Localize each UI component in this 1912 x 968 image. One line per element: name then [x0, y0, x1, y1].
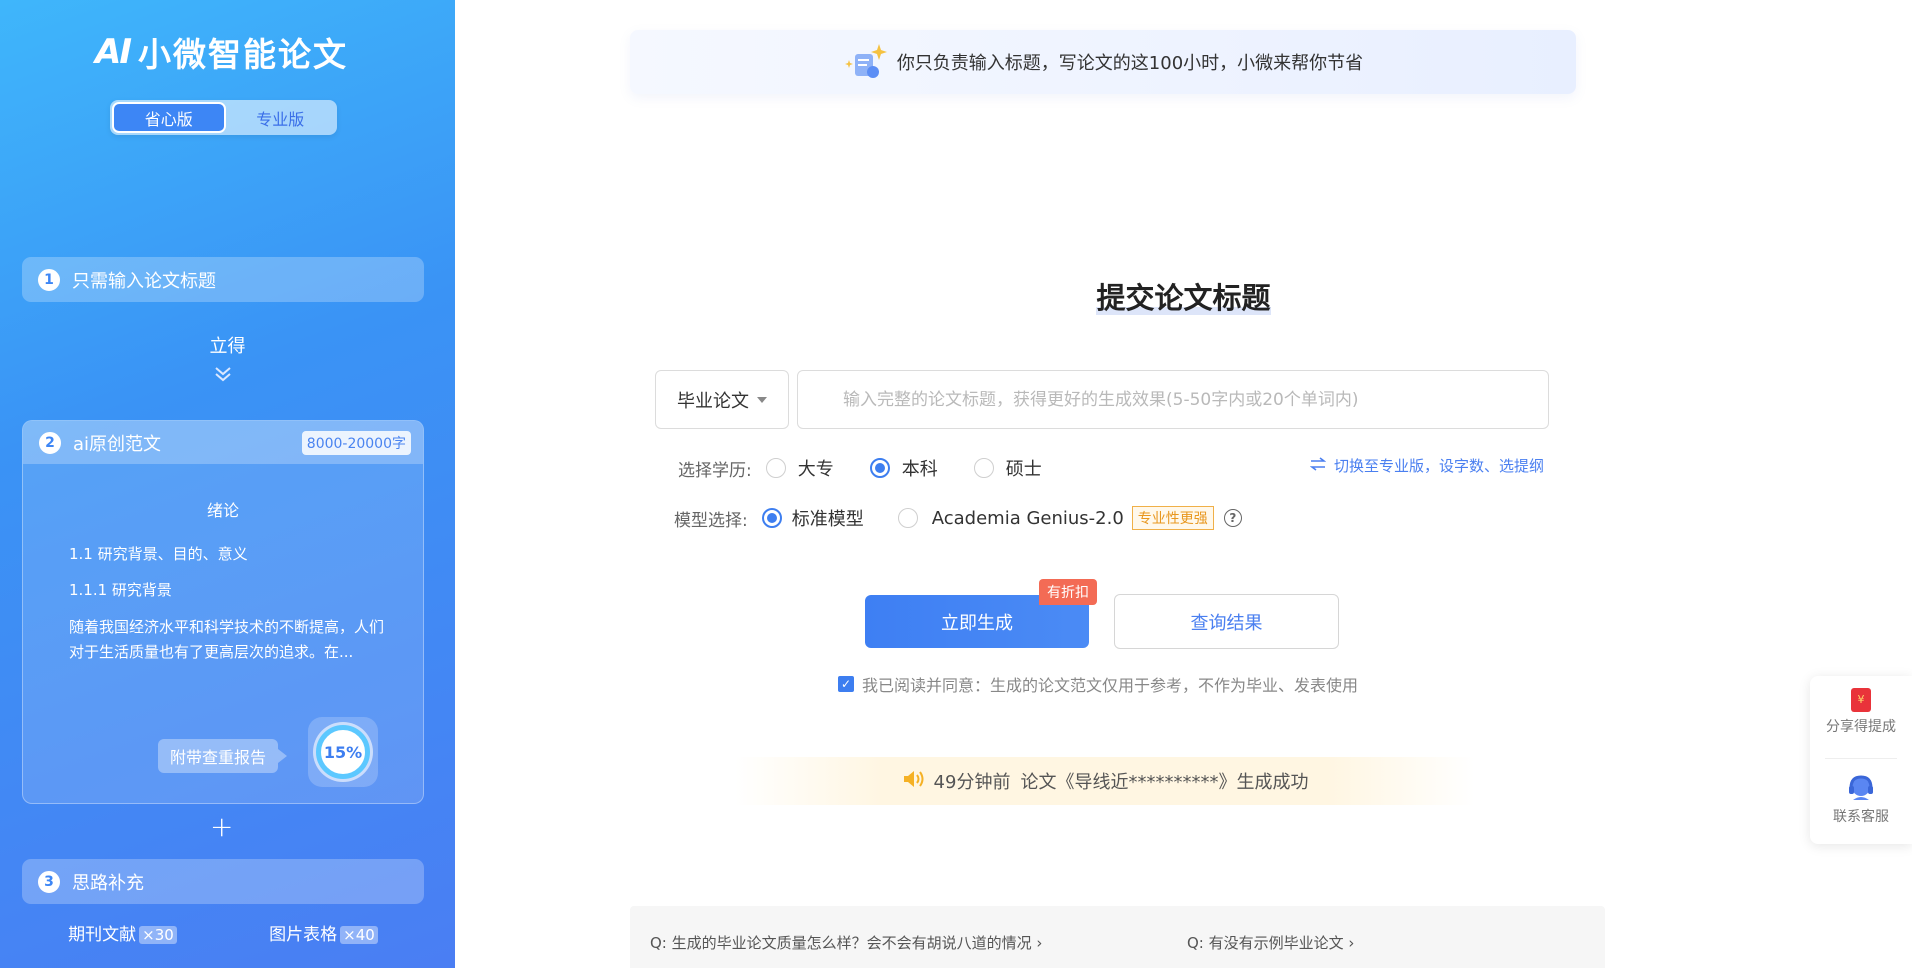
agreement-checkbox[interactable]: ✓	[838, 676, 854, 692]
floating-action-panel: ¥ 分享得提成 联系客服	[1810, 676, 1912, 844]
switch-to-pro-label: 切换至专业版，设字数、选提纲	[1334, 457, 1545, 475]
sample-essay-card: 2 ai原创范文 8000-20000字 绪论 1.1 研究背景、目的、意义 1…	[22, 420, 424, 804]
discount-badge: 有折扣	[1039, 579, 1097, 605]
degree-row: 选择学历: 大专 本科 硕士	[678, 455, 1042, 481]
switch-to-pro-link[interactable]: 切换至专业版，设字数、选提纲	[1309, 455, 1545, 476]
paper-title-input[interactable]	[797, 370, 1549, 429]
top-banner: 你只负责输入标题，写论文的这100小时，小微来帮你节省	[630, 30, 1576, 94]
instant-label: 立得	[209, 336, 246, 357]
red-envelope-icon: ¥	[1851, 688, 1871, 712]
degree-option-label: 硕士	[1005, 459, 1042, 480]
version-simple-tab[interactable]: 省心版	[112, 102, 226, 133]
notice-text: 论文《导线近**********》生成成功	[1020, 772, 1309, 793]
generation-notice: 49分钟前 论文《导线近**********》生成成功	[735, 757, 1475, 805]
brand-name: 小微智能论文	[137, 35, 348, 74]
radio-bachelor[interactable]	[869, 458, 890, 478]
help-icon[interactable]: ?	[1223, 509, 1242, 527]
page-title: 提交论文标题	[1096, 281, 1271, 315]
brand-logo: AI 小微智能论文	[95, 28, 348, 76]
journals-stat: 期刊文献 ×30	[68, 920, 177, 945]
degree-option-bachelor[interactable]: 本科	[869, 455, 938, 481]
degree-option-master[interactable]: 硕士	[973, 455, 1042, 481]
journals-count: ×30	[139, 926, 177, 944]
model-row: 模型选择: 标准模型 Academia Genius-2.0 专业性更强 ?	[674, 505, 1242, 531]
switch-arrows-icon	[1309, 456, 1327, 475]
model-label: 模型选择:	[674, 510, 748, 531]
faq-question-example[interactable]: Q: 有没有示例毕业论文 ›	[1187, 932, 1354, 953]
sidebar: AI 小微智能论文 省心版 专业版 1 只需输入论文标题 立得 2 ai原创范文…	[0, 0, 455, 968]
sample-paragraph: 随着我国经济水平和科学技术的不断提高，人们对于生活质量也有了更高层次的追求。在.…	[69, 618, 385, 661]
version-pro-tab[interactable]: 专业版	[226, 102, 336, 133]
similarity-percent: 15%	[316, 725, 370, 779]
step-2-number: 2	[39, 431, 61, 454]
page-title-wrap: 提交论文标题	[0, 275, 1912, 317]
step-3-label: 思路补充	[72, 872, 144, 894]
speaker-icon	[902, 769, 924, 794]
degree-option-junior-college[interactable]: 大专	[765, 455, 834, 481]
banner-text: 你只负责输入标题，写论文的这100小时，小微来帮你节省	[896, 53, 1364, 74]
notice-time: 49分钟前	[933, 772, 1011, 793]
float-divider	[1825, 758, 1897, 759]
agreement-row[interactable]: ✓ 我已阅读并同意：生成的论文范文仅用于参考，不作为毕业、发表使用	[838, 672, 1358, 696]
chevron-right-icon: ›	[1036, 934, 1043, 952]
degree-option-label: 本科	[901, 459, 938, 480]
step-2-header: 2 ai原创范文 8000-20000字	[23, 421, 423, 464]
model-pro-badge: 专业性更强	[1131, 506, 1214, 530]
similarity-ring: 15%	[308, 717, 378, 787]
radio-master[interactable]	[973, 458, 994, 478]
customer-service-button[interactable]: 联系客服	[1810, 774, 1912, 826]
model-pro-label: Academia Genius-2.0	[931, 507, 1124, 529]
journals-label: 期刊文献	[68, 925, 137, 945]
ai-logo-mark: AI	[95, 32, 132, 72]
reference-stats: 期刊文献 ×30 图片表格 ×40	[22, 920, 424, 945]
step-3-number: 3	[38, 870, 60, 893]
agreement-text: 我已阅读并同意：生成的论文范文仅用于参考，不作为毕业、发表使用	[862, 676, 1359, 695]
figures-count: ×40	[340, 926, 378, 944]
headset-icon	[1847, 774, 1875, 802]
faq-question-quality[interactable]: Q: 生成的毕业论文质量怎么样？会不会有胡说八道的情况 ›	[650, 932, 1042, 953]
app-root: AI 小微智能论文 省心版 专业版 1 只需输入论文标题 立得 2 ai原创范文…	[0, 0, 1912, 968]
step-3-header: 3 思路补充	[22, 859, 424, 904]
step-2-label: ai原创范文	[73, 433, 162, 455]
customer-service-label: 联系客服	[1833, 809, 1889, 825]
caret-down-icon	[757, 396, 767, 403]
paper-type-select[interactable]: 毕业论文	[655, 370, 789, 429]
radio-pro-model[interactable]	[897, 508, 918, 528]
query-results-button[interactable]: 查询结果	[1114, 594, 1339, 649]
model-option-pro[interactable]: Academia Genius-2.0	[897, 507, 1124, 529]
faq-question-text: Q: 生成的毕业论文质量怎么样？会不会有胡说八道的情况	[650, 934, 1032, 952]
model-option-standard[interactable]: 标准模型	[761, 505, 864, 531]
degree-label: 选择学历:	[678, 460, 752, 481]
figures-label: 图片表格	[269, 925, 338, 945]
chevron-right-icon: ›	[1348, 934, 1355, 952]
share-commission-button[interactable]: ¥ 分享得提成	[1810, 688, 1912, 736]
word-count-tag: 8000-20000字	[301, 431, 411, 455]
sparkle-document-icon	[843, 42, 887, 82]
degree-option-label: 大专	[797, 459, 834, 480]
paper-type-value: 毕业论文	[677, 390, 749, 412]
faq-section: Q: 生成的毕业论文质量怎么样？会不会有胡说八道的情况 › Q: 有没有示例毕业…	[630, 906, 1605, 968]
plagiarism-report-label: 附带查重报告	[158, 739, 288, 773]
radio-standard-model[interactable]	[761, 508, 782, 528]
plus-icon: +	[210, 810, 234, 843]
double-chevron-down-icon	[214, 366, 232, 382]
figures-stat: 图片表格 ×40	[269, 920, 378, 945]
radio-junior-college[interactable]	[765, 458, 786, 478]
share-commission-label: 分享得提成	[1826, 719, 1896, 735]
sample-section-heading: 1.1 研究背景、目的、意义	[69, 545, 248, 563]
faq-question-text: Q: 有没有示例毕业论文	[1187, 934, 1344, 952]
sample-subsection-heading: 1.1.1 研究背景	[69, 581, 172, 599]
model-standard-label: 标准模型	[791, 509, 864, 530]
version-toggle: 省心版 专业版	[110, 100, 337, 135]
sample-chapter-title: 绪论	[206, 501, 239, 520]
